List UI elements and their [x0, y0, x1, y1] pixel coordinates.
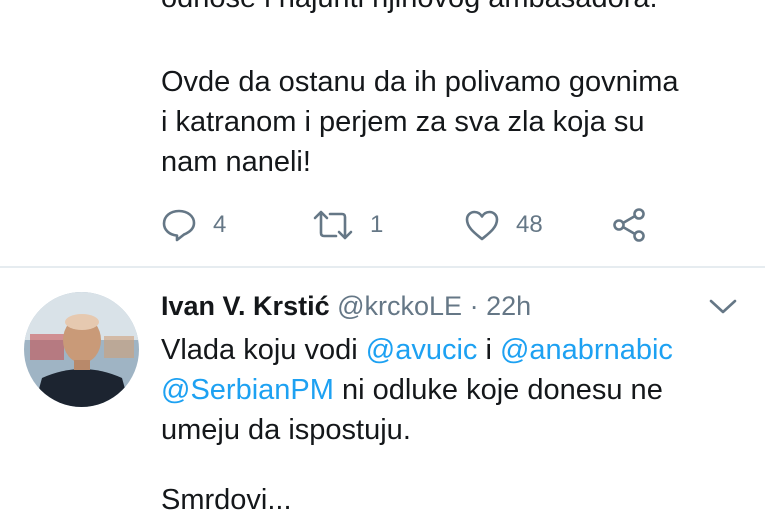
tweet-header: Ivan V. Krstić @krckoLE · 22h [161, 290, 531, 322]
retweet-button[interactable]: 1 [312, 200, 383, 250]
like-button[interactable]: 48 [464, 200, 543, 250]
tweet-text-line: @SerbianPM ni odluke koje donesu ne [161, 370, 751, 410]
mention-link[interactable]: @SerbianPM [161, 374, 334, 406]
like-icon [465, 210, 499, 241]
text-segment: ni odluke koje donesu ne [333, 374, 663, 406]
mention-link[interactable]: @avucic [366, 334, 478, 366]
tweet-time[interactable]: 22h [486, 291, 531, 321]
tweet-actions: 4 1 48 [0, 200, 765, 250]
tweet-text-line: i katranom i perjem za sva zla koja su [161, 106, 645, 138]
reply-count: 4 [213, 211, 227, 238]
mention-link[interactable]: @anabrnabic [500, 334, 673, 366]
text-segment: Vlada koju vodi [161, 334, 366, 366]
author-name[interactable]: Ivan V. Krstić [161, 291, 330, 321]
tweet-text-line: umeju da ispostuju. [161, 414, 411, 446]
retweet-count: 1 [370, 211, 384, 238]
share-icon [613, 208, 645, 242]
reply-button[interactable]: 4 [161, 200, 226, 250]
tweet-previous[interactable]: odnose i najuriti njihovog ambasadora. O… [0, 0, 765, 268]
tweet-text: Vlada koju vodi @avucic i @anabrnabic @S… [161, 330, 751, 450]
separator-dot: · [469, 291, 479, 321]
reply-icon [162, 209, 196, 242]
tweet-text-line: Ovde da ostanu da ih polivamo govnima [161, 66, 679, 98]
tweet-text: Ovde da ostanu da ih polivamo govnima i … [161, 62, 751, 182]
tweet-text-cut-line: Smrdovi... [161, 484, 292, 516]
tweet-text-cut-line: odnose i najuriti njihovog ambasadora. [161, 0, 751, 18]
avatar[interactable] [24, 292, 139, 407]
tweet-text-line: Vlada koju vodi @avucic i @anabrnabic [161, 330, 751, 370]
retweet-icon [313, 210, 353, 240]
share-button[interactable] [611, 200, 647, 250]
chevron-down-icon[interactable] [708, 296, 738, 316]
tweet[interactable]: Ivan V. Krstić @krckoLE · 22h Vlada koju… [0, 268, 765, 516]
like-count: 48 [516, 211, 543, 238]
tweet-text-line: nam naneli! [161, 146, 311, 178]
author-handle[interactable]: @krckoLE [337, 291, 462, 321]
text-segment: i [477, 334, 500, 366]
